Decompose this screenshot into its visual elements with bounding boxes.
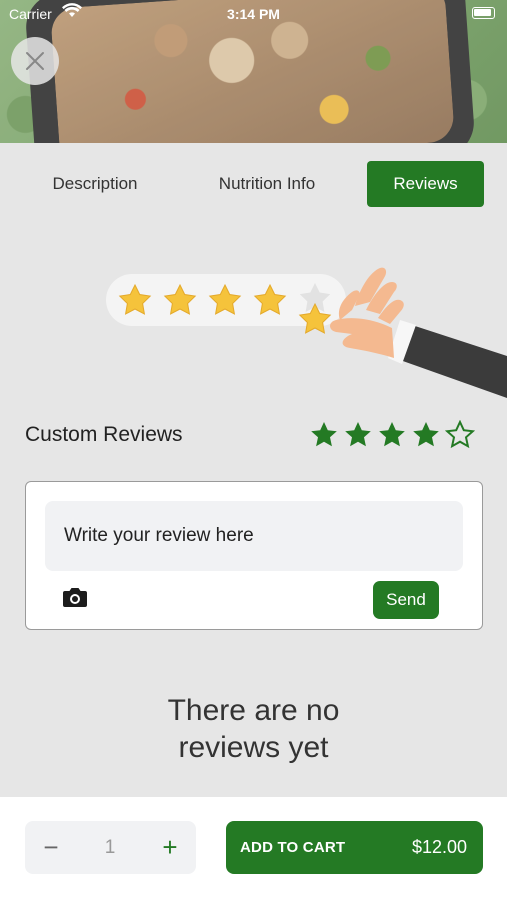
tab-bar: Description Nutrition Info Reviews <box>0 161 507 207</box>
clock: 3:14 PM <box>227 6 280 22</box>
status-bar: Carrier 3:14 PM <box>0 0 507 28</box>
tab-description[interactable]: Description <box>24 161 166 207</box>
rating-stars[interactable] <box>309 420 475 450</box>
quantity-stepper: − 1 + <box>25 821 196 874</box>
camera-icon[interactable] <box>62 586 88 608</box>
review-card: Write your review here Send <box>25 481 483 630</box>
custom-reviews-title: Custom Reviews <box>25 423 183 446</box>
tab-nutrition-info[interactable]: Nutrition Info <box>196 161 338 207</box>
bottom-bar: − 1 + ADD TO CART $12.00 <box>0 797 507 900</box>
send-button[interactable]: Send <box>373 581 439 619</box>
rating-illustration <box>100 258 507 408</box>
decrement-button[interactable]: − <box>37 821 65 874</box>
battery-icon <box>472 7 495 19</box>
review-input-placeholder: Write your review here <box>64 525 254 546</box>
star-outline-icon[interactable] <box>445 420 475 450</box>
no-reviews-message: There are no reviews yet <box>167 694 340 764</box>
tab-reviews[interactable]: Reviews <box>367 161 484 207</box>
star-icon[interactable] <box>377 420 407 450</box>
quantity-value: 1 <box>104 836 116 858</box>
add-to-cart-button[interactable]: ADD TO CART $12.00 <box>226 821 483 874</box>
increment-button[interactable]: + <box>156 821 184 874</box>
cart-price: $12.00 <box>411 837 467 857</box>
star-icon[interactable] <box>343 420 373 450</box>
star-icon[interactable] <box>411 420 441 450</box>
illustration-art <box>119 267 507 398</box>
close-icon <box>26 52 44 70</box>
star-icon[interactable] <box>309 420 339 450</box>
review-input[interactable]: Write your review here <box>45 501 463 571</box>
add-to-cart-label: ADD TO CART <box>240 839 346 856</box>
close-button[interactable] <box>11 37 59 85</box>
